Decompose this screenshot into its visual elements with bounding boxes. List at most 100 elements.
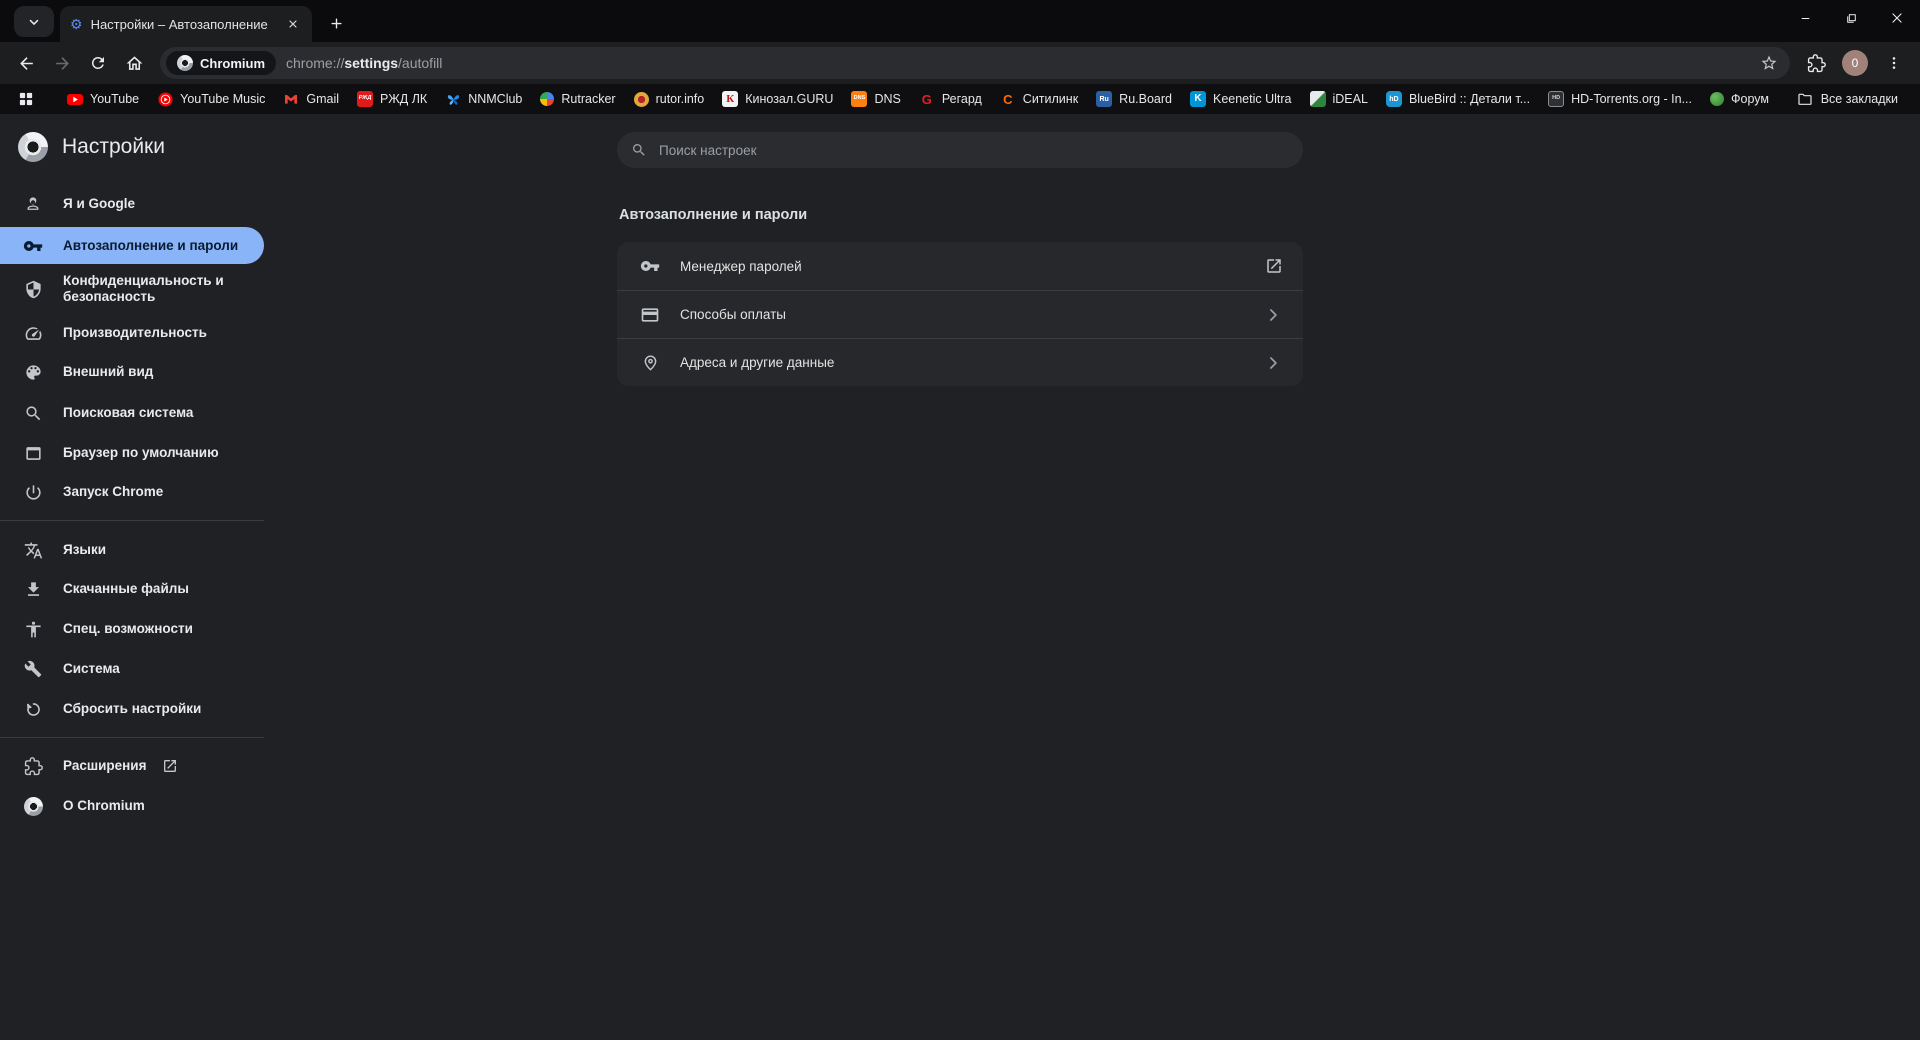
- rutor-icon: [633, 91, 649, 107]
- url-text[interactable]: chrome://settings/autofill: [286, 55, 1754, 71]
- youtube-music-icon: [157, 91, 173, 107]
- sidebar-item-search-engine[interactable]: Поисковая система: [0, 395, 264, 431]
- hd-torrents-icon: HD: [1548, 91, 1565, 107]
- open-in-new-icon: [162, 758, 178, 774]
- bookmark-dns[interactable]: DNS DNS: [842, 87, 909, 111]
- bookmark-ruboard[interactable]: Ru Ru.Board: [1087, 87, 1181, 111]
- menu-dots-icon[interactable]: [1876, 45, 1912, 81]
- window-minimize-button[interactable]: [1782, 0, 1828, 36]
- row-addresses[interactable]: Адреса и другие данные: [617, 338, 1303, 386]
- sidebar-item-extensions[interactable]: Расширения: [0, 748, 264, 784]
- bookmark-citilink[interactable]: С Ситилинк: [991, 87, 1087, 111]
- sidebar-item-downloads[interactable]: Скачанные файлы: [0, 571, 264, 607]
- bookmark-star-icon[interactable]: [1754, 48, 1784, 78]
- sidebar-item-languages[interactable]: Языки: [0, 532, 264, 568]
- sidebar-item-default-browser[interactable]: Браузер по умолчанию: [0, 435, 264, 471]
- toolbar: Chromium chrome://settings/autofill 0: [0, 42, 1920, 84]
- chevron-right-icon: [1263, 305, 1283, 325]
- address-bar[interactable]: Chromium chrome://settings/autofill: [160, 47, 1790, 79]
- settings-search[interactable]: [617, 132, 1303, 168]
- sidebar-item-performance[interactable]: Производительность: [0, 315, 264, 351]
- bookmark-keenetic[interactable]: K Keenetic Ultra: [1181, 87, 1301, 111]
- window-close-button[interactable]: [1874, 0, 1920, 36]
- youtube-icon: [67, 91, 83, 107]
- settings-gear-favicon: ⚙: [70, 16, 83, 32]
- chromium-logo-icon: [18, 132, 48, 162]
- chromium-logo-icon: [177, 55, 193, 71]
- page-title: Настройки: [62, 135, 165, 158]
- apps-shortcut[interactable]: [12, 87, 40, 111]
- bookmark-kinozal[interactable]: К Кинозал.GURU: [713, 87, 842, 111]
- dns-icon: DNS: [851, 91, 868, 107]
- bookmark-bluebird[interactable]: hD BlueBird :: Детали т...: [1377, 87, 1539, 111]
- search-icon: [23, 403, 43, 423]
- back-button[interactable]: [8, 45, 44, 81]
- section-title: Автозаполнение и пароли: [619, 207, 808, 223]
- site-chip-label: Chromium: [200, 55, 265, 71]
- power-icon: [23, 482, 43, 502]
- browser-window-icon: [23, 443, 43, 463]
- chevron-down-icon: [27, 15, 41, 29]
- chevron-right-icon: [1263, 353, 1283, 373]
- reload-button[interactable]: [80, 45, 116, 81]
- tab-search-button[interactable]: [14, 6, 54, 37]
- sidebar-item-system[interactable]: Система: [0, 651, 264, 687]
- bookmark-regard[interactable]: G Регард: [910, 87, 991, 111]
- sidebar-item-privacy[interactable]: Конфиденциальность и безопасность: [0, 269, 264, 309]
- ruboard-icon: Ru: [1096, 91, 1113, 107]
- autofill-card: Менеджер паролей Способы оплаты Адреса и…: [617, 242, 1303, 386]
- ideal-icon: [1309, 91, 1326, 107]
- bookmark-hd-torrents[interactable]: HD HD-Torrents.org - In...: [1539, 87, 1701, 111]
- sidebar-item-reset[interactable]: Сбросить настройки: [0, 691, 264, 727]
- profile-avatar[interactable]: 0: [1842, 50, 1868, 76]
- shield-icon: [23, 279, 43, 299]
- bookmark-youtube[interactable]: YouTube: [58, 87, 148, 111]
- tab-close-icon[interactable]: [284, 15, 302, 33]
- person-icon: [23, 194, 43, 214]
- sidebar-item-autofill[interactable]: Автозаполнение и пароли: [0, 227, 264, 264]
- new-tab-button[interactable]: [322, 9, 350, 37]
- sidebar-item-appearance[interactable]: Внешний вид: [0, 354, 264, 390]
- settings-header: Настройки: [18, 132, 165, 162]
- bookmark-rzd[interactable]: РЖД РЖД ЛК: [348, 87, 436, 111]
- rutracker-icon: [540, 92, 555, 106]
- sidebar-item-about[interactable]: О Chromium: [0, 788, 264, 824]
- home-button[interactable]: [116, 45, 152, 81]
- translate-icon: [23, 540, 43, 560]
- bookmark-gmail[interactable]: Gmail: [274, 87, 348, 111]
- folder-icon: [1797, 91, 1813, 107]
- sidebar-item-accessibility[interactable]: Спец. возможности: [0, 611, 264, 647]
- bookmark-youtube-music[interactable]: YouTube Music: [148, 87, 274, 111]
- speedometer-icon: [23, 323, 43, 343]
- row-password-manager[interactable]: Менеджер паролей: [617, 242, 1303, 290]
- bookmarks-bar: YouTube YouTube Music Gmail РЖД РЖД ЛК N…: [0, 84, 1920, 114]
- puzzle-icon: [23, 756, 43, 776]
- all-bookmarks-button[interactable]: Все закладки: [1787, 91, 1908, 107]
- bookmark-ideal[interactable]: iDEAL: [1301, 87, 1377, 111]
- browser-tab[interactable]: ⚙ Настройки – Автозаполнение: [60, 6, 312, 42]
- reset-restore-icon: [23, 699, 43, 719]
- chromium-logo-icon: [23, 796, 43, 816]
- bookmark-rutracker[interactable]: Rutracker: [531, 87, 624, 111]
- forward-button[interactable]: [44, 45, 80, 81]
- extensions-button[interactable]: [1798, 45, 1834, 81]
- sidebar-item-me-and-google[interactable]: Я и Google: [0, 186, 264, 222]
- row-payment-methods[interactable]: Способы оплаты: [617, 290, 1303, 338]
- citilink-icon: С: [1003, 91, 1013, 107]
- bluebird-icon: hD: [1385, 91, 1402, 107]
- settings-search-input[interactable]: [657, 141, 1289, 159]
- search-icon: [631, 142, 647, 158]
- keenetic-icon: K: [1189, 91, 1206, 107]
- butterfly-icon: [445, 91, 461, 107]
- download-icon: [23, 579, 43, 599]
- palette-icon: [23, 362, 43, 382]
- tab-title: Настройки – Автозаполнение: [90, 16, 268, 32]
- wrench-icon: [23, 659, 43, 679]
- window-restore-button[interactable]: [1828, 0, 1874, 36]
- regard-icon: G: [921, 91, 932, 107]
- bookmark-nnmclub[interactable]: NNMClub: [436, 87, 531, 111]
- bookmark-forum[interactable]: Форум: [1701, 87, 1778, 111]
- bookmark-rutor[interactable]: rutor.info: [625, 87, 714, 111]
- site-chip[interactable]: Chromium: [166, 51, 276, 75]
- sidebar-item-startup[interactable]: Запуск Chrome: [0, 474, 264, 510]
